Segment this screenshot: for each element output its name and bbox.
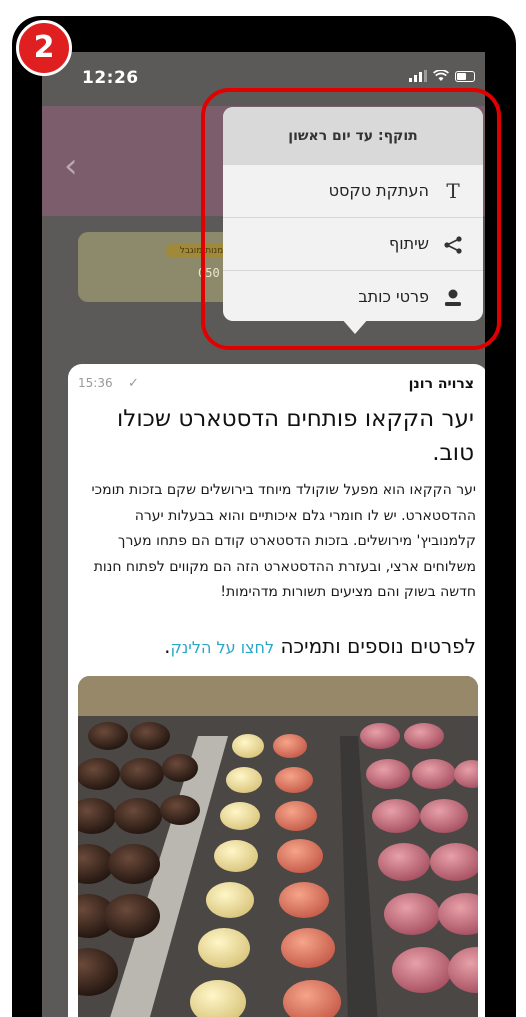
- battery-icon: [455, 70, 475, 82]
- status-icons: [409, 70, 475, 82]
- status-time: 12:26: [82, 68, 139, 88]
- message-bubble[interactable]: צרויה רונן ✓ 15:36 יער הקקאו פותחים הדסט…: [68, 364, 485, 1017]
- message-body: יער הקקאו הוא מפעל שוקולד מיוחד בירושלים…: [91, 482, 476, 600]
- highlight-outline: [201, 88, 501, 350]
- message-headline: יער הקקאו פותחים הדסטארט שכולו טוב.: [116, 406, 474, 466]
- step-badge: 2: [16, 20, 72, 76]
- chocolate-photo-art: [78, 676, 478, 1017]
- chevron-left-icon[interactable]: ‹: [64, 146, 78, 186]
- message-cta: לפרטים נוספים ותמיכה לחצו על הלינק.: [76, 634, 476, 658]
- signal-icon: [409, 70, 427, 82]
- sender-name: צרויה רונן: [408, 376, 474, 392]
- cta-link[interactable]: לחצו על הלינק: [171, 638, 275, 657]
- check-icon: ✓: [128, 376, 139, 391]
- message-meta: צרויה רונן ✓ 15:36: [68, 376, 485, 398]
- chocolate-photo[interactable]: [78, 676, 478, 1017]
- wifi-icon: [433, 70, 449, 81]
- message-time: 15:36: [78, 376, 113, 390]
- cta-text: לפרטים נוספים ותמיכה: [280, 634, 476, 658]
